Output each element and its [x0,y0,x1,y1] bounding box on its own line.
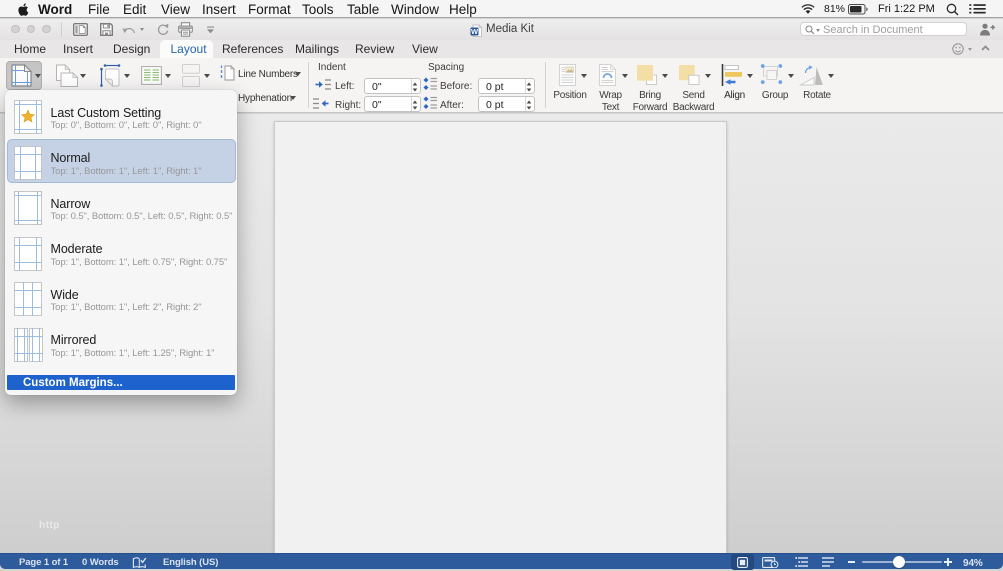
svg-text:W: W [471,27,479,36]
